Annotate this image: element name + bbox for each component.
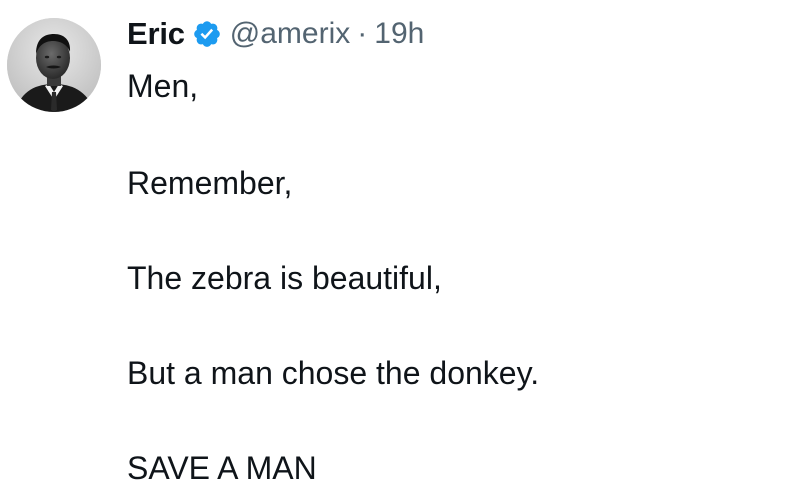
tweet-text-line: Men, [127,68,199,104]
tweet-card[interactable]: Eric @amerix · 19h Men, Remember, The ze… [0,0,800,497]
display-name[interactable]: Eric [127,16,185,52]
tweet-header: Eric @amerix · 19h [127,12,424,56]
tweet-text-line: But a man chose the donkey. [127,355,540,391]
profile-photo-icon [7,18,101,112]
tweet-text-line: The zebra is beautiful, [127,260,442,296]
verified-badge-icon[interactable] [192,19,222,49]
author-handle[interactable]: @amerix [230,17,350,51]
tweet-timestamp[interactable]: 19h [374,17,424,51]
avatar[interactable] [7,18,101,112]
tweet-text-line: SAVE A MAN [127,450,317,486]
separator-dot: · [357,17,368,50]
tweet-text-line: Remember, [127,165,293,201]
